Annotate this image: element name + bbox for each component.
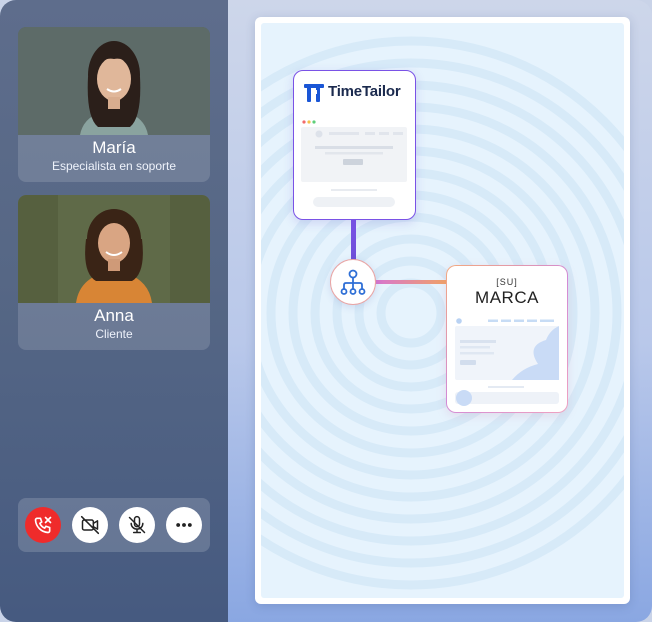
product-name: TimeTailor (328, 83, 401, 100)
brand-label-main: MARCA (475, 288, 539, 307)
integration-hub[interactable] (330, 259, 376, 305)
video-call-window: María Especialista en soporte Anna Clien… (0, 0, 652, 622)
brand-label-top: [SU] (496, 277, 518, 287)
brand-card[interactable]: [SU] MARCA (446, 265, 568, 413)
timetailor-card[interactable]: TimeTailor (293, 70, 416, 220)
hierarchy-icon (340, 269, 366, 295)
timetailor-logo-icon (304, 84, 324, 102)
app-preview (301, 120, 407, 207)
brand-preview (455, 318, 559, 406)
